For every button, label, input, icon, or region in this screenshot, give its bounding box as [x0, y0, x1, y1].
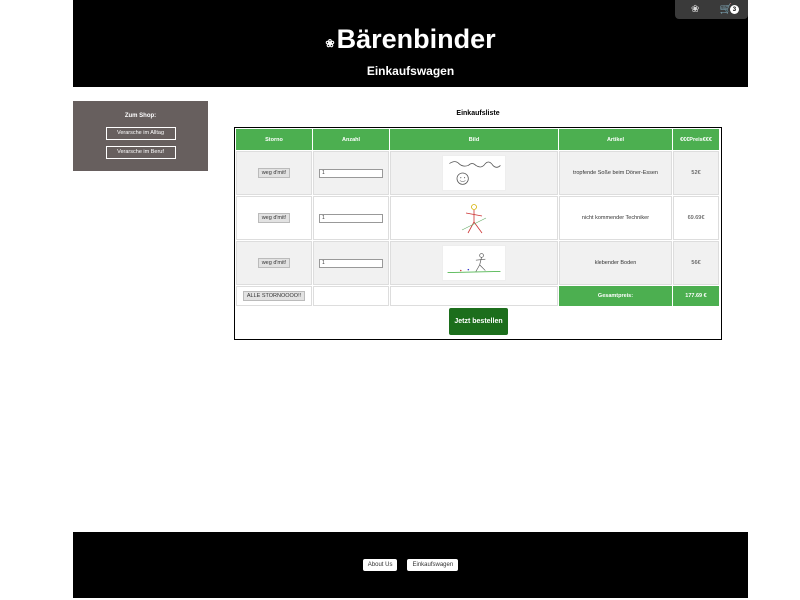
cancel-all-button[interactable]: ALLE STORNOOOO!! [242, 291, 306, 301]
brand-title: Bärenbinder [336, 24, 496, 54]
column-header-storno: Storno [236, 129, 312, 150]
sidebar-item-alltag[interactable]: Verarsche im Alltag [105, 127, 176, 140]
article-price: 56€ [673, 241, 719, 285]
table-header-row: Storno Anzahl Bild Artikel €€€Preis€€€ [236, 129, 719, 150]
column-header-bild: Bild [390, 129, 558, 150]
brand[interactable]: ❀ Bärenbinder [73, 24, 748, 55]
table-row: weg d'mit! 1 nicht kommender Techniker 6… [236, 196, 719, 240]
quantity-input[interactable]: 1 [319, 213, 383, 223]
product-image-sauce [442, 155, 506, 191]
sidebar-title: Zum Shop: [124, 113, 157, 119]
list-title: Einkaufsliste [456, 110, 500, 117]
column-header-preis: €€€Preis€€€ [673, 129, 719, 150]
shop-sidebar: Zum Shop: Verarsche im Alltag Verarsche … [73, 101, 208, 171]
article-name: tropfende Soße beim Döner-Essen [559, 151, 672, 195]
column-header-artikel: Artikel [559, 129, 672, 150]
quantity-input[interactable]: 1 [319, 258, 383, 268]
remove-item-button[interactable]: weg d'mit! [257, 168, 291, 178]
column-header-anzahl: Anzahl [313, 129, 389, 150]
article-name: nicht kommender Techniker [559, 196, 672, 240]
quantity-input[interactable]: 1 [319, 168, 383, 178]
sidebar-item-beruf[interactable]: Verarsche im Beruf [105, 146, 176, 159]
page-subtitle: Einkaufswagen [366, 64, 455, 78]
top-right-toolbar: ❀ 🛒 3 [675, 0, 748, 19]
table-row: weg d'mit! 1 klebender Boden 56€ [236, 241, 719, 285]
article-price: 69.69€ [673, 196, 719, 240]
article-price: 52€ [673, 151, 719, 195]
total-label: Gesamtpreis: [559, 286, 672, 306]
remove-item-button[interactable]: weg d'mit! [257, 258, 291, 268]
site-header: ❀ Bärenbinder Einkaufswagen ❀ 🛒 3 [73, 0, 748, 87]
table-row: weg d'mit! 1 tropfende Soße beim Döner-E… [236, 151, 719, 195]
cart-count-badge: 3 [729, 5, 739, 14]
site-footer: About Us Einkaufswagen [73, 532, 748, 598]
total-value: 177.69 € [673, 286, 719, 306]
product-image-technician [442, 200, 506, 236]
page: ❀ Bärenbinder Einkaufswagen ❀ 🛒 3 Zum Sho… [0, 0, 800, 600]
cart-table: Storno Anzahl Bild Artikel €€€Preis€€€ w… [234, 127, 722, 340]
order-now-button[interactable]: Jetzt bestellen [449, 308, 508, 335]
remove-item-button[interactable]: weg d'mit! [257, 213, 291, 223]
table-total-row: ALLE STORNOOOO!! Gesamtpreis: 177.69 € [236, 286, 719, 306]
article-name: klebender Boden [559, 241, 672, 285]
bear-icon[interactable]: ❀ [691, 4, 699, 15]
bear-logo-icon: ❀ [325, 38, 335, 50]
product-image-floor [442, 245, 506, 281]
cart-icon[interactable]: 🛒 3 [720, 4, 739, 15]
footer-link-about[interactable]: About Us [362, 559, 398, 571]
footer-link-cart[interactable]: Einkaufswagen [407, 559, 459, 571]
